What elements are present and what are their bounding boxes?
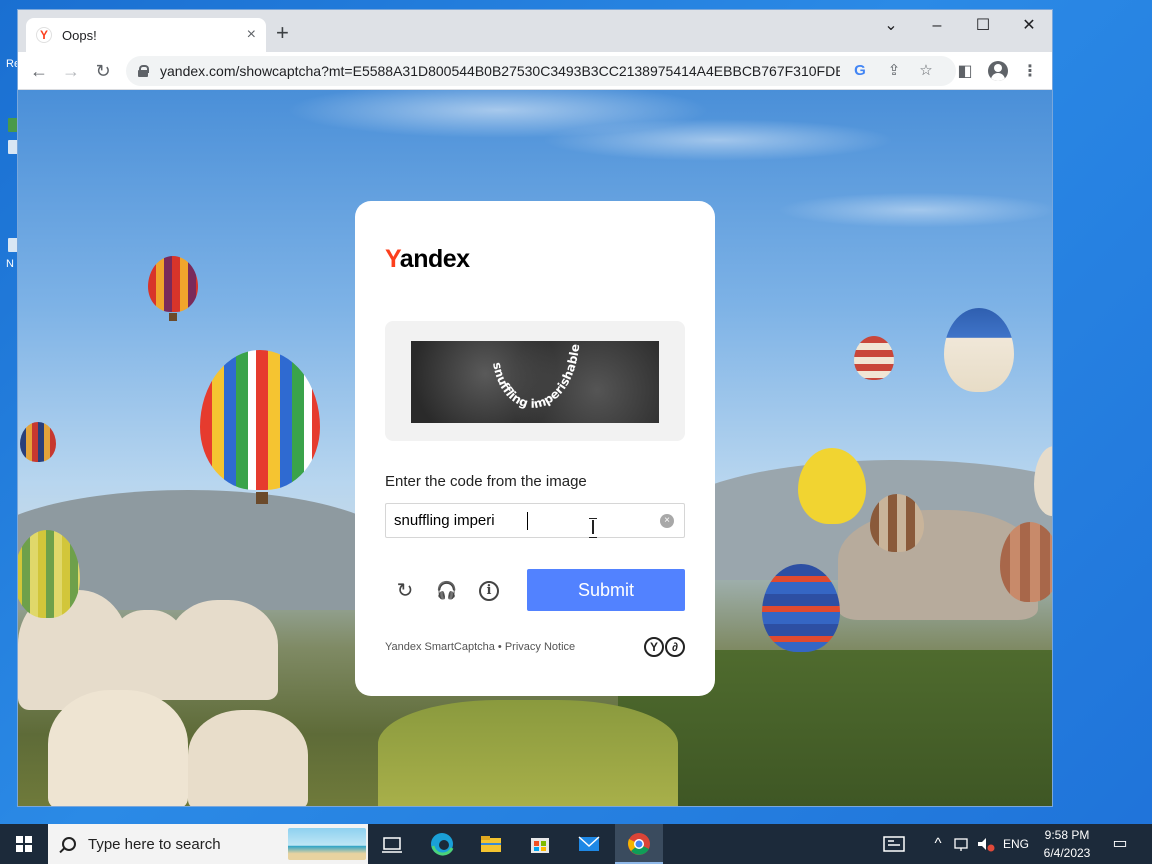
yandex-favicon-icon: Y (36, 27, 52, 43)
text-caret (527, 512, 528, 530)
close-window-button[interactable]: ✕ (1014, 14, 1044, 38)
minimize-button[interactable]: – (922, 14, 952, 38)
taskbar: Type here to search ^ ENG 9:58 PM 6/4/20… (0, 824, 1152, 864)
desktop-app-icon[interactable] (8, 118, 18, 132)
reload-button[interactable]: ↻ (90, 58, 116, 84)
clear-input-icon[interactable]: × (660, 514, 674, 528)
yandex-y-icon: Y (644, 637, 664, 657)
notification-center-icon[interactable]: ▭ (1110, 835, 1130, 853)
desktop-file-icon[interactable] (8, 238, 18, 252)
network-icon[interactable] (952, 835, 972, 858)
forward-button[interactable]: → (58, 58, 84, 84)
tab-strip: Y Oops! × + ⌄ – ☐ ✕ (18, 10, 1052, 52)
yandex-logo: Yandex (385, 245, 470, 273)
captcha-image: snuffling imperishable (411, 341, 659, 423)
privacy-notice-link[interactable]: Privacy Notice (505, 641, 575, 653)
tab-close-icon[interactable]: × (247, 26, 256, 44)
audio-captcha-icon[interactable]: 🎧 (435, 579, 459, 603)
back-button[interactable]: ← (26, 58, 52, 84)
submit-button[interactable]: Submit (527, 569, 685, 611)
tab-title: Oops! (62, 27, 97, 43)
svg-text:snuffling imperishable: snuffling imperishable (490, 343, 582, 411)
windows-logo-icon (16, 836, 32, 852)
share-icon[interactable]: ⇪ (884, 61, 904, 81)
refresh-captcha-icon[interactable]: ↻ (393, 579, 417, 603)
lock-icon[interactable] (138, 65, 149, 77)
news-widget-icon[interactable] (880, 830, 908, 858)
captcha-code-input[interactable] (394, 504, 654, 537)
show-hidden-icons-chevron[interactable]: ^ (928, 835, 948, 853)
footer-separator: • (497, 641, 502, 653)
clock-date[interactable]: 6/4/2023 (1038, 846, 1096, 860)
microsoft-store-icon[interactable] (526, 830, 554, 858)
mail-icon[interactable] (575, 830, 603, 858)
task-view-icon[interactable] (378, 830, 406, 858)
volume-muted-icon[interactable] (976, 835, 996, 858)
start-button[interactable] (0, 824, 48, 864)
edge-icon[interactable] (428, 830, 456, 858)
clock-time[interactable]: 9:58 PM (1038, 828, 1096, 842)
captcha-code-field[interactable]: × (385, 503, 685, 538)
menu-icon[interactable]: ⋮ (1019, 61, 1041, 81)
browser-toolbar: ← → ↻ yandex.com/showcaptcha?mt=E5588A31… (18, 52, 1052, 90)
captcha-card: Yandex snuffling imperishable Enter the … (355, 201, 715, 696)
captcha-footer: Yandex SmartCaptcha • Privacy Notice (385, 641, 575, 653)
smartcaptcha-link[interactable]: Yandex SmartCaptcha (385, 641, 495, 653)
tab-search-icon[interactable]: ⌄ (876, 14, 906, 38)
captcha-prompt: Enter the code from the image (385, 473, 587, 490)
bookmark-star-icon[interactable]: ☆ (916, 61, 936, 81)
smartcaptcha-leaf-icon: ∂ (665, 637, 685, 657)
maximize-button[interactable]: ☐ (968, 14, 998, 38)
tab-oops[interactable]: Y Oops! × (26, 18, 266, 52)
desktop-file-icon[interactable] (8, 140, 18, 154)
new-tab-button[interactable]: + (276, 22, 289, 44)
desktop-icon-label[interactable]: N (6, 258, 14, 270)
captcha-page: Yandex snuffling imperishable Enter the … (18, 90, 1052, 806)
chrome-icon[interactable] (625, 830, 653, 858)
browser-window: Y Oops! × + ⌄ – ☐ ✕ ← → ↻ yandex.com/sho… (18, 10, 1052, 806)
side-panel-icon[interactable]: ◧ (954, 61, 976, 81)
taskbar-search[interactable]: Type here to search (48, 824, 368, 864)
address-bar[interactable]: yandex.com/showcaptcha?mt=E5588A31D80054… (126, 56, 956, 86)
search-highlight-image (288, 828, 366, 860)
search-placeholder: Type here to search (88, 835, 221, 853)
captcha-distorted-text: snuffling imperishable (490, 343, 582, 411)
search-icon (62, 837, 76, 851)
file-explorer-icon[interactable] (477, 830, 505, 858)
info-icon[interactable]: i (479, 581, 499, 601)
profile-avatar-icon[interactable] (988, 61, 1008, 81)
text-cursor-icon (588, 518, 598, 538)
language-indicator[interactable]: ENG (1000, 837, 1032, 851)
captcha-image-frame: snuffling imperishable (385, 321, 685, 441)
url-text[interactable]: yandex.com/showcaptcha?mt=E5588A31D80054… (160, 63, 840, 79)
google-translate-icon[interactable]: G (850, 61, 870, 81)
